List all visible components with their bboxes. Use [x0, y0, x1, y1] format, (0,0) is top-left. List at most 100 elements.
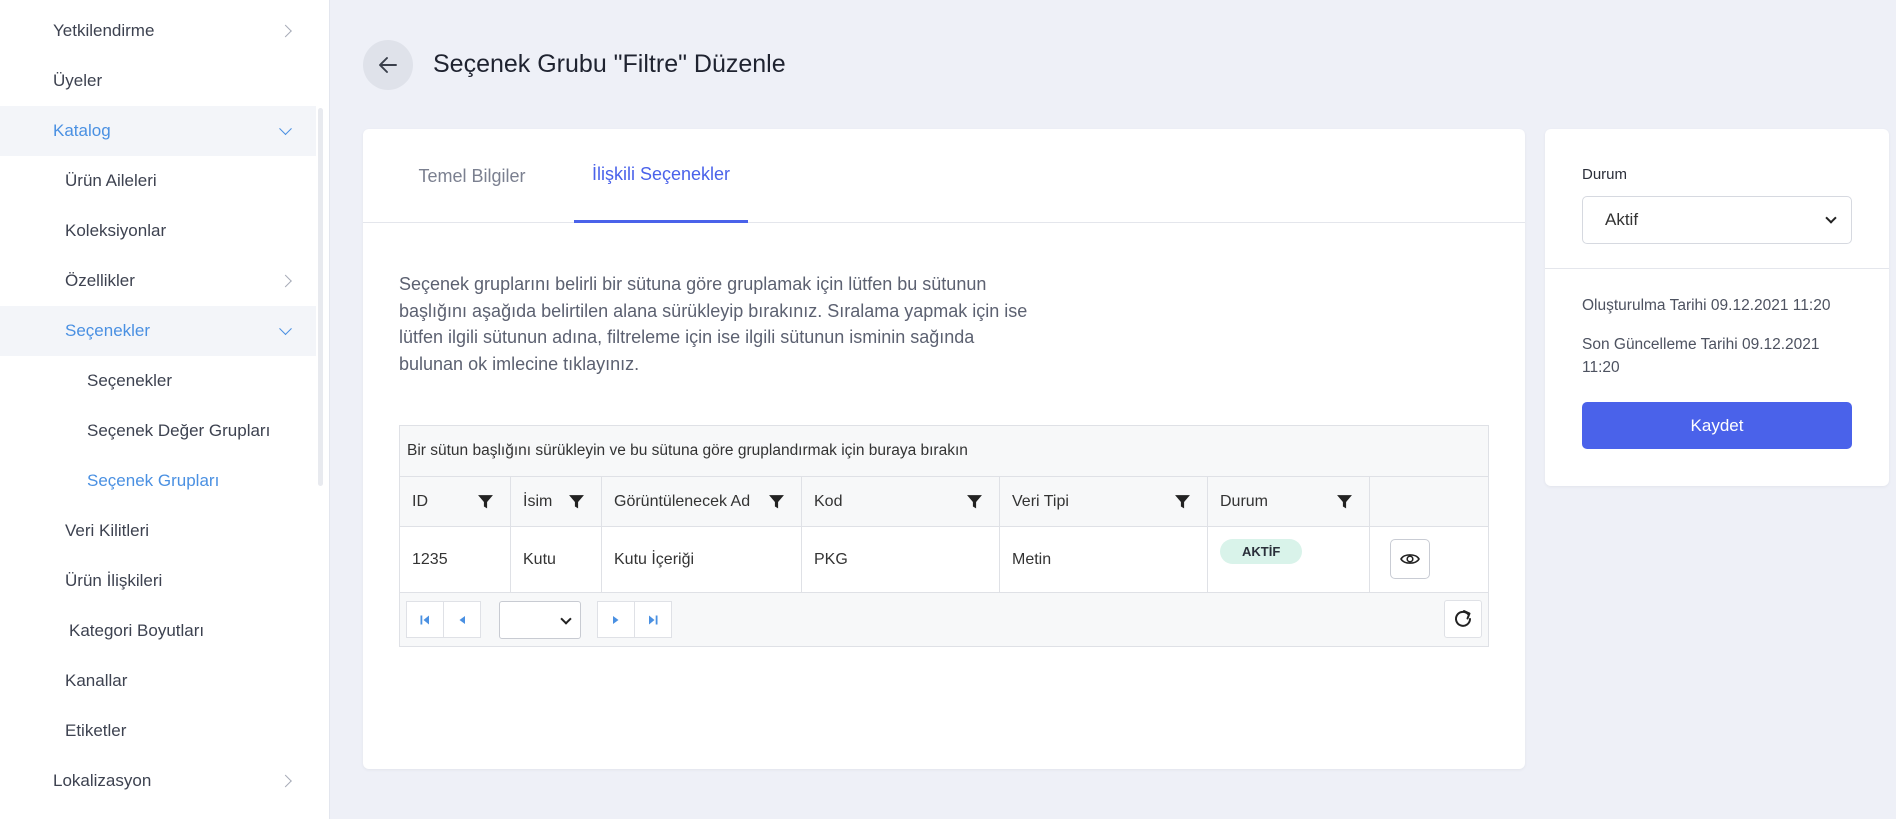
sidebar-item-label: Kanallar	[65, 671, 128, 690]
column-header-label: Durum	[1220, 492, 1269, 510]
eye-icon	[1400, 554, 1420, 564]
cell-isim: Kutu	[511, 527, 602, 592]
sidebar-item-kategori-boyutlari[interactable]: Kategori Boyutları	[0, 606, 316, 656]
data-grid: Bir sütun başlığını sürükleyin ve bu süt…	[399, 425, 1489, 647]
column-header-durum[interactable]: Durum	[1208, 477, 1370, 526]
column-header-kod[interactable]: Kod	[802, 477, 1000, 526]
sidebar-item-koleksiyonlar[interactable]: Koleksiyonlar	[0, 206, 316, 256]
filter-icon[interactable]	[966, 493, 983, 510]
sidebar-item-uyeler[interactable]: Üyeler	[0, 56, 316, 106]
tab-iliskili-secenekler[interactable]: İlişkili Seçenekler	[574, 129, 748, 223]
sidebar-item-label: Seçenekler	[87, 371, 173, 390]
refresh-icon	[1455, 610, 1471, 627]
column-header-actions	[1370, 477, 1490, 526]
prev-page-icon	[459, 615, 465, 624]
column-header-isim[interactable]: İsim	[511, 477, 602, 526]
sidebar-item-kanallar[interactable]: Kanallar	[0, 656, 316, 706]
sidebar-item-secenek-gruplari[interactable]: Seçenek Grupları	[0, 456, 316, 506]
sidebar-item-label: Koleksiyonlar	[65, 221, 167, 240]
column-header-veri-tipi[interactable]: Veri Tipi	[1000, 477, 1208, 526]
updated-date: Son Güncelleme Tarihi 09.12.2021 11:20	[1582, 336, 1820, 376]
column-header-label: ID	[412, 492, 428, 510]
sidebar-item-secenekler[interactable]: Seçenekler	[0, 356, 316, 406]
cell-id: 1235	[400, 527, 511, 592]
sidebar-item-label: Ürün Aileleri	[65, 171, 157, 190]
cell-durum: AKTİF	[1208, 527, 1370, 592]
table-row[interactable]: 1235 Kutu Kutu İçeriği PKG Metin AKTİF	[400, 527, 1488, 593]
status-select-value: Aktif	[1605, 210, 1639, 229]
refresh-button[interactable]	[1444, 600, 1482, 638]
back-button[interactable]	[363, 40, 413, 90]
filter-icon[interactable]	[768, 493, 785, 510]
sidebar-item-veri-kilitleri[interactable]: Veri Kilitleri	[0, 506, 316, 556]
sidebar-item-urun-aileleri[interactable]: Ürün Aileleri	[0, 156, 316, 206]
chevron-right-icon	[279, 274, 292, 288]
sidebar-item-label: Yetkilendirme	[53, 21, 155, 40]
status-select[interactable]: Aktif	[1582, 196, 1852, 244]
page-title: Seçenek Grubu "Filtre" Düzenle	[433, 50, 786, 78]
sidebar-item-label: Etiketler	[65, 721, 127, 740]
divider	[1545, 268, 1889, 269]
column-header-label: Veri Tipi	[1012, 492, 1069, 510]
sidebar-item-lokalizasyon[interactable]: Lokalizasyon	[0, 756, 316, 806]
status-badge: AKTİF	[1220, 539, 1303, 564]
sidebar-item-etiketler[interactable]: Etiketler	[0, 706, 316, 756]
chevron-down-icon	[1825, 212, 1837, 224]
sidebar-item-ozellikler[interactable]: Özellikler	[0, 256, 316, 306]
save-button[interactable]: Kaydet	[1582, 402, 1852, 449]
first-page-button[interactable]	[406, 601, 444, 638]
chevron-down-icon	[279, 122, 292, 136]
group-panel[interactable]: Bir sütun başlığını sürükleyin ve bu süt…	[400, 426, 1488, 477]
view-button[interactable]	[1390, 539, 1430, 579]
filter-icon[interactable]	[568, 493, 585, 510]
sidebar-item-secenek-deger-gruplari[interactable]: Seçenek Değer Grupları	[0, 406, 316, 456]
sidebar-item-label: Özellikler	[65, 271, 135, 290]
sidebar-item-label: Lokalizasyon	[53, 771, 152, 790]
sidebar-item-label: Ürün İlişkileri	[65, 571, 163, 590]
cell-kod: PKG	[802, 527, 1000, 592]
arrow-left-icon	[379, 57, 397, 73]
sidebar-item-label: Seçenek Grupları	[87, 471, 220, 490]
next-page-icon	[613, 615, 619, 624]
sidebar-item-secenekler-group[interactable]: Seçenekler	[0, 306, 316, 356]
chevron-down-icon	[560, 613, 572, 625]
chevron-right-icon	[279, 774, 292, 788]
sidebar-item-label: Üyeler	[53, 71, 103, 90]
pager	[400, 593, 1488, 646]
prev-page-button[interactable]	[443, 601, 481, 638]
filter-icon[interactable]	[1174, 493, 1191, 510]
sidebar-item-label: Seçenek Değer Grupları	[87, 421, 271, 440]
first-page-icon	[420, 615, 429, 624]
column-header-goruntulenecek-ad[interactable]: Görüntülenecek Ad	[602, 477, 802, 526]
sidebar: Yetkilendirme Üyeler Katalog Ürün Ailele…	[0, 0, 330, 819]
filter-icon[interactable]	[477, 493, 494, 510]
column-header-id[interactable]: ID	[400, 477, 511, 526]
filter-icon[interactable]	[1336, 493, 1353, 510]
description-text: Seçenek gruplarını belirli bir sütuna gö…	[399, 274, 1028, 374]
sidebar-item-label: Kategori Boyutları	[69, 621, 205, 640]
sidebar-item-label: Seçenekler	[65, 321, 151, 340]
last-page-icon	[649, 615, 658, 624]
status-card: Durum Aktif Oluşturulma Tarihi 09.12.202…	[1545, 129, 1889, 486]
tab-bar: Temel Bilgiler İlişkili Seçenekler	[363, 129, 1525, 223]
column-header-label: Kod	[814, 492, 843, 510]
grid-header-row: ID İsim Görüntülenecek Ad Kod Veri Tipi …	[400, 477, 1488, 527]
cell-veri-tipi: Metin	[1000, 527, 1208, 592]
cell-goruntulenecek-ad: Kutu İçeriği	[602, 527, 802, 592]
tab-temel-bilgiler[interactable]: Temel Bilgiler	[397, 129, 547, 223]
chevron-right-icon	[279, 24, 292, 38]
next-page-button[interactable]	[597, 601, 635, 638]
chevron-down-icon	[279, 322, 292, 336]
main-card: Temel Bilgiler İlişkili Seçenekler Seçen…	[363, 129, 1525, 769]
sidebar-item-urun-iliskileri[interactable]: Ürün İlişkileri	[0, 556, 316, 606]
sidebar-item-yetkilendirme[interactable]: Yetkilendirme	[0, 6, 316, 56]
last-page-button[interactable]	[634, 601, 672, 638]
created-date: Oluşturulma Tarihi 09.12.2021 11:20	[1582, 297, 1831, 314]
sidebar-item-label: Katalog	[53, 121, 111, 140]
sidebar-item-label: Veri Kilitleri	[65, 521, 150, 540]
sidebar-item-katalog[interactable]: Katalog	[0, 106, 316, 156]
column-header-label: İsim	[523, 492, 553, 510]
sidebar-scrollbar[interactable]	[318, 108, 323, 486]
column-header-label: Görüntülenecek Ad	[614, 492, 751, 510]
page-size-select[interactable]	[499, 601, 581, 639]
